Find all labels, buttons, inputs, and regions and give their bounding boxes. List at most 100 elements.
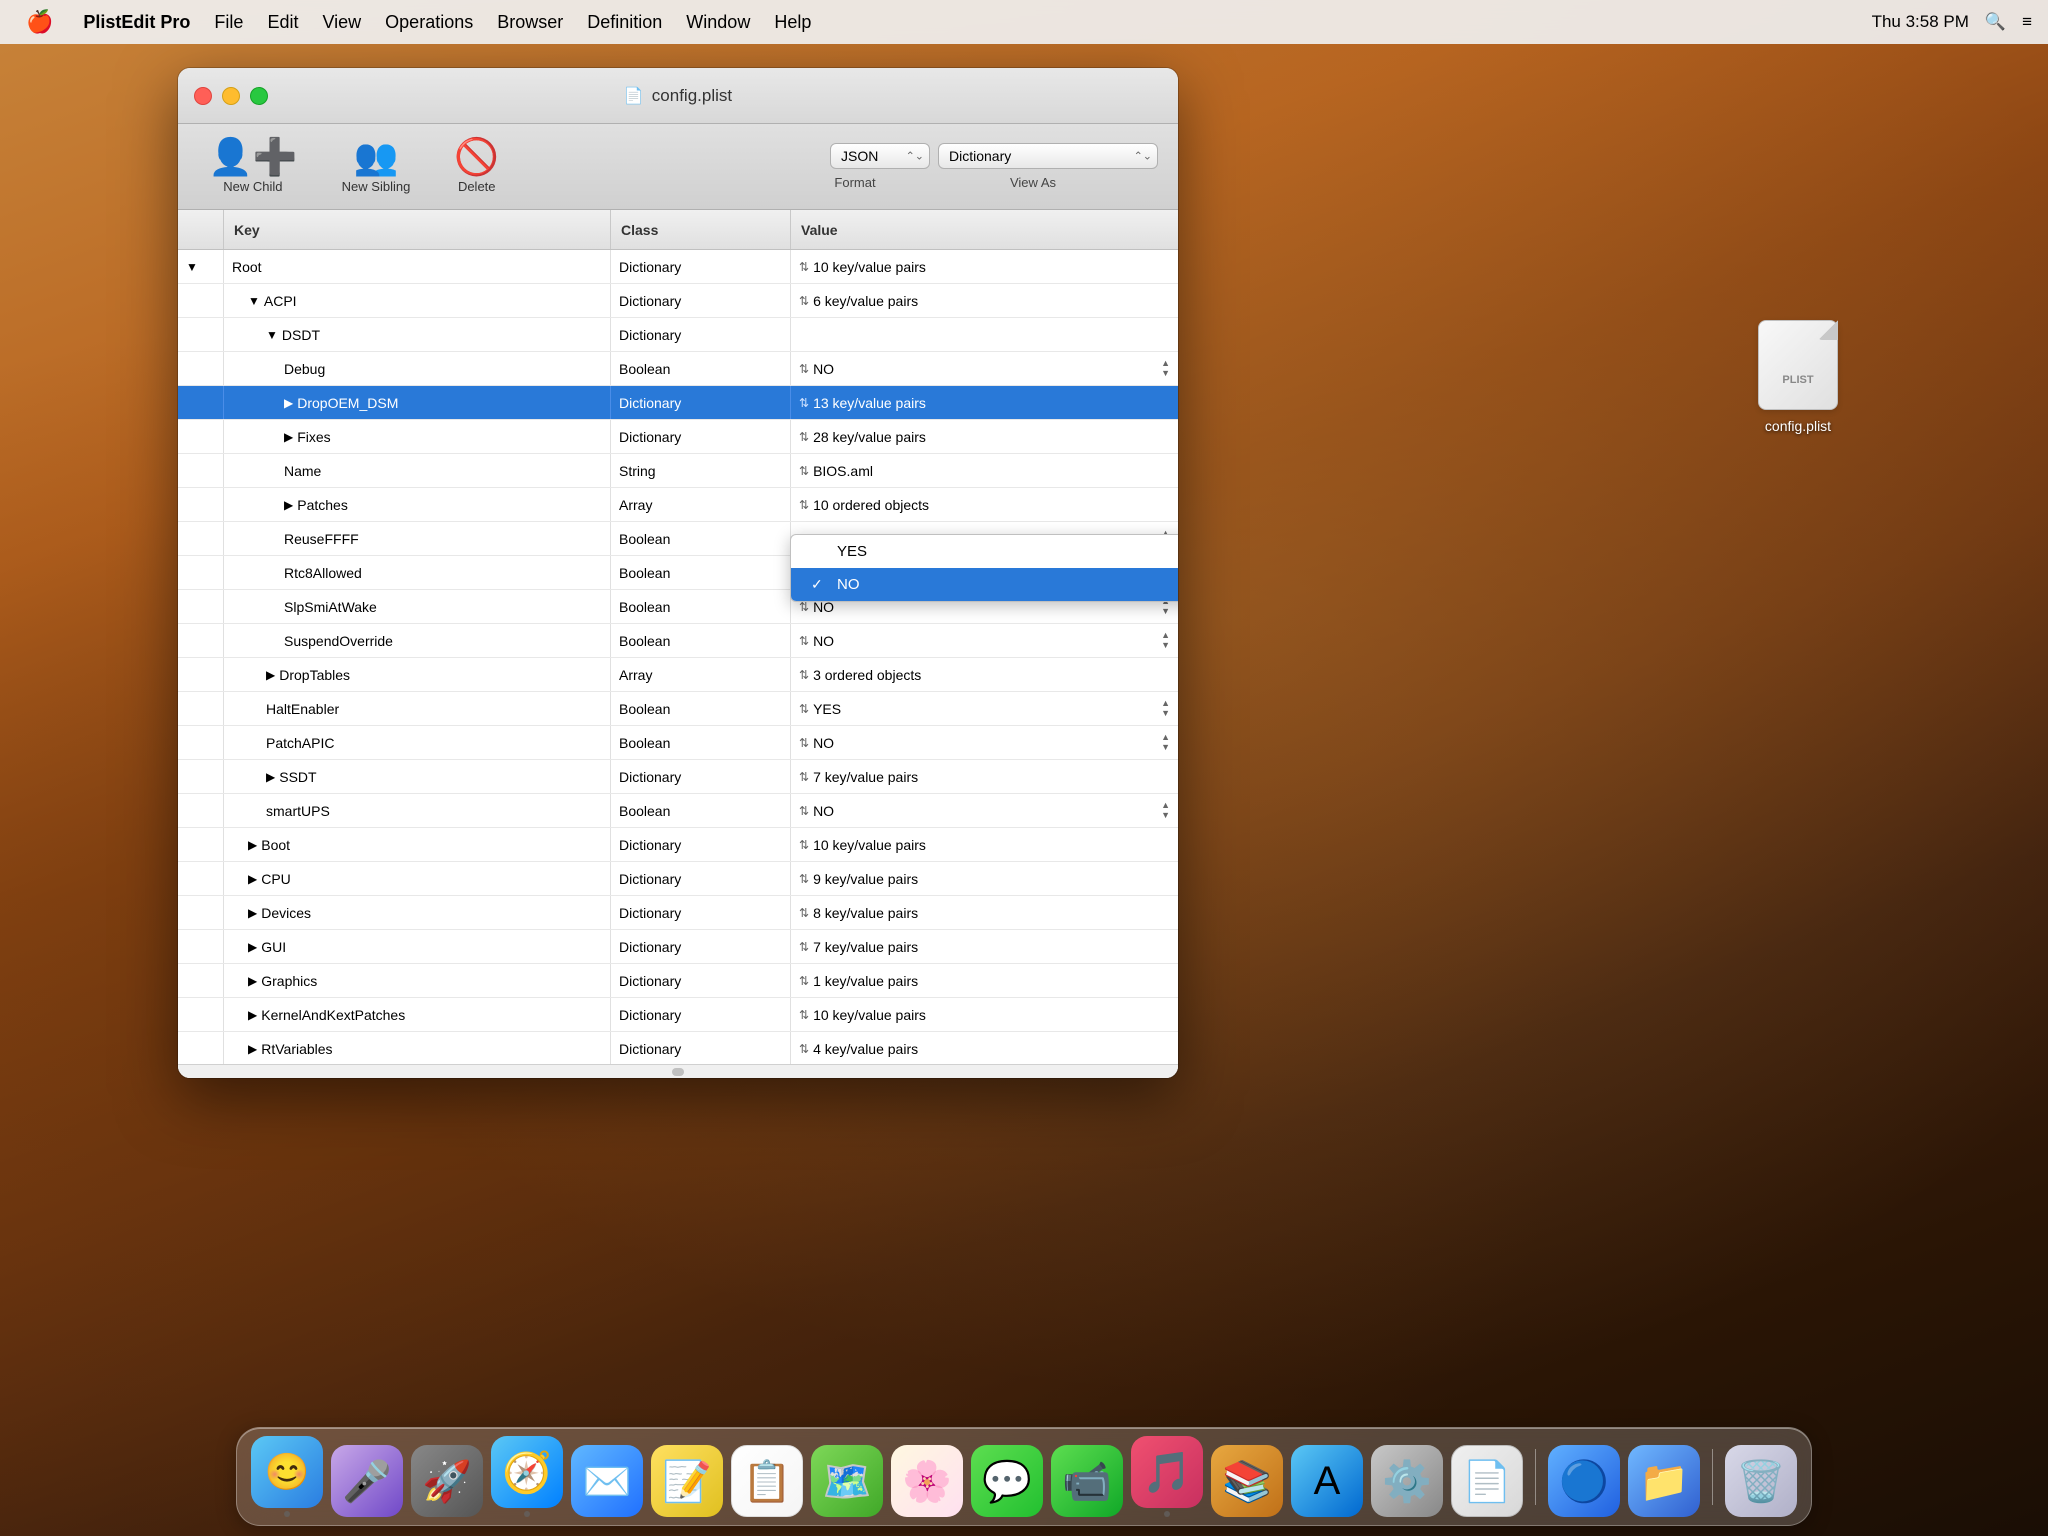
expand-icon[interactable]: ▼ bbox=[248, 294, 260, 308]
stepper[interactable]: ▲▼ bbox=[1161, 801, 1170, 820]
menu-window[interactable]: Window bbox=[676, 8, 760, 37]
expand-cell[interactable] bbox=[178, 658, 224, 691]
expand-icon[interactable]: ▶ bbox=[284, 396, 293, 410]
table-row[interactable]: ▶KernelAndKextPatches Dictionary ⇅10 key… bbox=[178, 998, 1178, 1032]
expand-icon[interactable]: ▼ bbox=[266, 328, 278, 342]
expand-cell[interactable] bbox=[178, 624, 224, 657]
expand-icon[interactable]: ▶ bbox=[284, 498, 293, 512]
expand-cell[interactable] bbox=[178, 556, 224, 589]
table-row[interactable]: ▶SSDT Dictionary ⇅7 key/value pairs bbox=[178, 760, 1178, 794]
expand-cell[interactable] bbox=[178, 998, 224, 1031]
dock-item-reminders[interactable]: 📋 bbox=[731, 1445, 803, 1517]
table-row[interactable]: ▶GUI Dictionary ⇅7 key/value pairs bbox=[178, 930, 1178, 964]
expand-icon[interactable]: ▶ bbox=[248, 1008, 257, 1022]
dock-item-appstore2[interactable]: 🔵 bbox=[1548, 1445, 1620, 1517]
table-row[interactable]: ▶Patches Array ⇅10 ordered objects bbox=[178, 488, 1178, 522]
menu-file[interactable]: File bbox=[204, 8, 253, 37]
expand-icon[interactable]: ▶ bbox=[248, 940, 257, 954]
dock-item-files[interactable]: 📁 bbox=[1628, 1445, 1700, 1517]
menu-view[interactable]: View bbox=[312, 8, 371, 37]
expand-cell[interactable] bbox=[178, 352, 224, 385]
expand-cell[interactable] bbox=[178, 284, 224, 317]
menu-browser[interactable]: Browser bbox=[487, 8, 573, 37]
dock-item-messages[interactable]: 💬 bbox=[971, 1445, 1043, 1517]
dock-item-trash[interactable]: 🗑️ bbox=[1725, 1445, 1797, 1517]
maximize-button[interactable] bbox=[250, 87, 268, 105]
view-as-select[interactable]: Dictionary Array String bbox=[938, 143, 1158, 169]
dock-item-stickies[interactable]: 📝 bbox=[651, 1445, 723, 1517]
expand-cell[interactable] bbox=[178, 930, 224, 963]
expand-icon[interactable]: ▶ bbox=[248, 838, 257, 852]
desktop-file-icon[interactable]: PLIST config.plist bbox=[1748, 320, 1848, 434]
dock-item-finder[interactable]: 😊 bbox=[251, 1436, 323, 1517]
table-row[interactable]: ▶Graphics Dictionary ⇅1 key/value pairs bbox=[178, 964, 1178, 998]
dock-item-books[interactable]: 📚 bbox=[1211, 1445, 1283, 1517]
expand-cell[interactable] bbox=[178, 386, 224, 419]
expand-cell[interactable] bbox=[178, 862, 224, 895]
app-name[interactable]: PlistEdit Pro bbox=[73, 8, 200, 37]
dock-item-safari[interactable]: 🧭 bbox=[491, 1436, 563, 1517]
expand-icon[interactable]: ▶ bbox=[248, 974, 257, 988]
expand-cell[interactable] bbox=[178, 488, 224, 521]
expand-cell[interactable] bbox=[178, 420, 224, 453]
minimize-button[interactable] bbox=[222, 87, 240, 105]
expand-icon[interactable]: ▶ bbox=[248, 1042, 257, 1056]
dropdown-item-yes[interactable]: YES bbox=[791, 535, 1178, 568]
stepper[interactable]: ▲▼ bbox=[1161, 359, 1170, 378]
stepper[interactable]: ▲▼ bbox=[1161, 699, 1170, 718]
table-row[interactable]: ▶Devices Dictionary ⇅8 key/value pairs bbox=[178, 896, 1178, 930]
apple-menu[interactable]: 🍎 bbox=[16, 5, 63, 39]
close-button[interactable] bbox=[194, 87, 212, 105]
stepper[interactable]: ▲▼ bbox=[1161, 631, 1170, 650]
delete-button[interactable]: 🚫 Delete bbox=[444, 133, 509, 200]
expand-icon[interactable]: ▶ bbox=[266, 770, 275, 784]
dropdown-item-no[interactable]: ✓ NO ⌃⌄ bbox=[791, 568, 1178, 601]
expand-cell[interactable] bbox=[178, 318, 224, 351]
new-child-button[interactable]: 👤➕ New Child bbox=[198, 133, 308, 200]
expand-cell[interactable]: ▼ bbox=[178, 250, 224, 283]
expand-icon[interactable]: ▶ bbox=[248, 906, 257, 920]
stepper[interactable]: ▲▼ bbox=[1161, 733, 1170, 752]
table-row[interactable]: Debug Boolean ⇅NO▲▼ bbox=[178, 352, 1178, 386]
format-select[interactable]: JSON XML Binary bbox=[830, 143, 930, 169]
expand-cell[interactable] bbox=[178, 794, 224, 827]
table-row[interactable]: smartUPS Boolean ⇅NO▲▼ bbox=[178, 794, 1178, 828]
dock-item-scripteditor[interactable]: 📄 bbox=[1451, 1445, 1523, 1517]
table-row[interactable]: ▶Boot Dictionary ⇅10 key/value pairs bbox=[178, 828, 1178, 862]
menu-operations[interactable]: Operations bbox=[375, 8, 483, 37]
table-row[interactable]: ▶RtVariables Dictionary ⇅4 key/value pai… bbox=[178, 1032, 1178, 1064]
dock-item-mail[interactable]: ✉️ bbox=[571, 1445, 643, 1517]
table-row[interactable]: ▶DropTables Array ⇅3 ordered objects bbox=[178, 658, 1178, 692]
table-row[interactable]: ▶DropOEM_DSM Dictionary ⇅13 key/value pa… bbox=[178, 386, 1178, 420]
expand-icon[interactable]: ▶ bbox=[284, 430, 293, 444]
expand-cell[interactable] bbox=[178, 964, 224, 997]
expand-icon[interactable]: ▼ bbox=[186, 260, 198, 274]
menu-help[interactable]: Help bbox=[764, 8, 821, 37]
expand-cell[interactable] bbox=[178, 726, 224, 759]
dock-item-appstore[interactable]: A bbox=[1291, 1445, 1363, 1517]
table-row[interactable]: HaltEnabler Boolean ⇅YES▲▼ bbox=[178, 692, 1178, 726]
dock-item-facetime[interactable]: 📹 bbox=[1051, 1445, 1123, 1517]
dock-item-sysprefs[interactable]: ⚙️ bbox=[1371, 1445, 1443, 1517]
table-row[interactable]: ▼ Root Dictionary ⇅10 key/value pairs bbox=[178, 250, 1178, 284]
search-icon[interactable]: 🔍 bbox=[1985, 12, 2006, 32]
dock-item-music[interactable]: 🎵 bbox=[1131, 1436, 1203, 1517]
table-row[interactable]: ▼DSDT Dictionary bbox=[178, 318, 1178, 352]
dock-item-maps[interactable]: 🗺️ bbox=[811, 1445, 883, 1517]
new-sibling-button[interactable]: 👥 New Sibling bbox=[332, 133, 421, 200]
dock-item-siri[interactable]: 🎤 bbox=[331, 1445, 403, 1517]
expand-cell[interactable] bbox=[178, 828, 224, 861]
expand-cell[interactable] bbox=[178, 692, 224, 725]
expand-cell[interactable] bbox=[178, 590, 224, 623]
expand-cell[interactable] bbox=[178, 760, 224, 793]
table-row[interactable]: Name String ⇅BIOS.aml bbox=[178, 454, 1178, 488]
table-row[interactable]: SuspendOverride Boolean ⇅NO▲▼ bbox=[178, 624, 1178, 658]
table-row[interactable]: ▼ACPI Dictionary ⇅6 key/value pairs bbox=[178, 284, 1178, 318]
expand-icon[interactable]: ▶ bbox=[248, 872, 257, 886]
table-row[interactable]: ▶CPU Dictionary ⇅9 key/value pairs bbox=[178, 862, 1178, 896]
dock-item-launchpad[interactable]: 🚀 bbox=[411, 1445, 483, 1517]
expand-cell[interactable] bbox=[178, 896, 224, 929]
menu-edit[interactable]: Edit bbox=[257, 8, 308, 37]
control-center-icon[interactable]: ≡ bbox=[2022, 12, 2032, 32]
dock-item-photos[interactable]: 🌸 bbox=[891, 1445, 963, 1517]
